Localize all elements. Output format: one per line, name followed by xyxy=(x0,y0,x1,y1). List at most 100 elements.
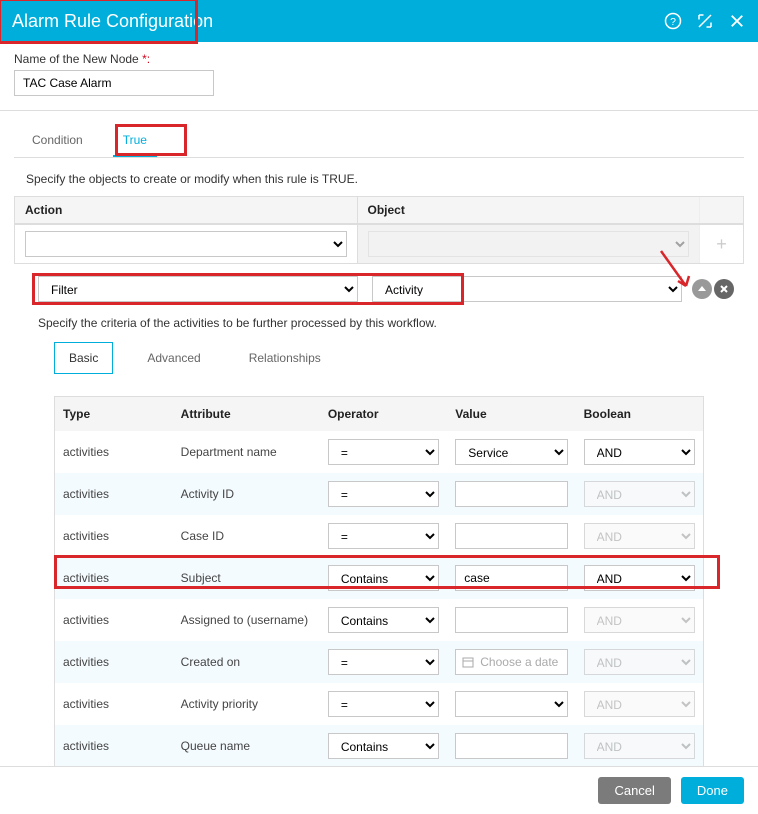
cell-boolean: AND xyxy=(576,557,703,599)
cell-type: activities xyxy=(55,557,173,599)
boolean-select: AND xyxy=(584,523,695,549)
move-up-icon[interactable] xyxy=(692,279,712,299)
table-row: activitiesSubjectContainsAND xyxy=(55,557,703,599)
subtab-basic[interactable]: Basic xyxy=(54,342,113,374)
table-row: activitiesAssigned to (username)Contains… xyxy=(55,599,703,641)
value-input[interactable] xyxy=(455,565,567,591)
value-input[interactable] xyxy=(455,523,567,549)
cell-value xyxy=(447,515,575,557)
boolean-select: AND xyxy=(584,607,695,633)
tab-true[interactable]: True xyxy=(113,125,157,157)
boolean-select: AND xyxy=(584,649,695,675)
value-select[interactable]: Service xyxy=(455,439,567,465)
boolean-select[interactable]: AND xyxy=(584,565,695,591)
add-icon[interactable]: + xyxy=(716,234,727,255)
cell-value xyxy=(447,599,575,641)
criteria-table-wrap: Type Attribute Operator Value Boolean ac… xyxy=(54,396,704,768)
rule-tabs: Condition True xyxy=(14,125,744,158)
cell-operator: = xyxy=(320,473,447,515)
cell-boolean: AND xyxy=(576,515,703,557)
help-icon[interactable]: ? xyxy=(664,12,682,30)
value-input[interactable] xyxy=(455,733,567,759)
action-object-header-row: Action Object xyxy=(14,196,744,224)
cell-operator: = xyxy=(320,683,447,725)
cancel-button[interactable]: Cancel xyxy=(598,777,670,804)
value-input[interactable] xyxy=(455,607,567,633)
cell-value xyxy=(447,725,575,767)
cell-boolean: AND xyxy=(576,725,703,767)
expand-icon[interactable] xyxy=(696,12,714,30)
titlebar: Alarm Rule Configuration ? xyxy=(0,0,758,42)
cell-value: Choose a date xyxy=(447,641,575,683)
cell-attribute: Queue name xyxy=(173,725,320,767)
operator-select[interactable]: Contains xyxy=(328,733,439,759)
body: Name of the New Node *: Condition True S… xyxy=(0,42,758,768)
cell-operator: = xyxy=(320,641,447,683)
operator-select[interactable]: = xyxy=(328,523,439,549)
table-row: activitiesCreated on = Choose a date AND xyxy=(55,641,703,683)
filter-action-select[interactable]: Filter xyxy=(38,276,358,302)
th-value: Value xyxy=(447,397,575,431)
value-date-input[interactable]: Choose a date xyxy=(455,649,567,675)
cell-boolean: AND xyxy=(576,683,703,725)
criteria-description: Specify the criteria of the activities t… xyxy=(38,316,744,330)
filter-row-actions xyxy=(692,279,734,299)
operator-select[interactable]: = xyxy=(328,691,439,717)
cell-type: activities xyxy=(55,431,173,473)
value-input[interactable] xyxy=(455,481,567,507)
node-name-input[interactable] xyxy=(14,70,214,96)
cell-value xyxy=(447,557,575,599)
cell-attribute: Activity priority xyxy=(173,683,320,725)
boolean-select: AND xyxy=(584,691,695,717)
subtab-advanced[interactable]: Advanced xyxy=(133,343,214,373)
subtab-relationships[interactable]: Relationships xyxy=(235,343,335,373)
table-row: activitiesActivity ID=AND xyxy=(55,473,703,515)
tab-condition[interactable]: Condition xyxy=(22,125,93,157)
cell-operator: = xyxy=(320,515,447,557)
divider xyxy=(0,110,758,111)
criteria-tabs: Basic Advanced Relationships xyxy=(14,342,744,374)
titlebar-actions: ? xyxy=(664,12,746,30)
boolean-select[interactable]: AND xyxy=(584,439,695,465)
th-attribute: Attribute xyxy=(173,397,320,431)
node-name-label: Name of the New Node *: xyxy=(14,52,744,66)
operator-select[interactable]: = xyxy=(328,649,439,675)
close-icon[interactable] xyxy=(728,12,746,30)
table-row: activitiesDepartment name=ServiceAND xyxy=(55,431,703,473)
cell-type: activities xyxy=(55,683,173,725)
cell-operator: Contains xyxy=(320,725,447,767)
cell-operator: = xyxy=(320,431,447,473)
object-header: Object xyxy=(358,197,700,223)
page-title: Alarm Rule Configuration xyxy=(12,11,213,32)
remove-icon[interactable] xyxy=(714,279,734,299)
cell-attribute: Created on xyxy=(173,641,320,683)
object-select xyxy=(368,231,690,257)
table-row: activitiesCase ID=AND xyxy=(55,515,703,557)
calendar-icon xyxy=(462,656,474,668)
section-description: Specify the objects to create or modify … xyxy=(26,172,744,186)
th-operator: Operator xyxy=(320,397,447,431)
cell-boolean: AND xyxy=(576,641,703,683)
criteria-table-container: Type Attribute Operator Value Boolean ac… xyxy=(14,396,744,768)
filter-row-container: Filter Activity xyxy=(14,276,744,302)
cell-boolean: AND xyxy=(576,599,703,641)
cell-operator: Contains xyxy=(320,599,447,641)
table-row: activitiesQueue nameContainsAND xyxy=(55,725,703,767)
cell-value xyxy=(447,473,575,515)
svg-text:?: ? xyxy=(670,16,676,28)
cell-type: activities xyxy=(55,641,173,683)
boolean-select: AND xyxy=(584,733,695,759)
operator-select[interactable]: = xyxy=(328,481,439,507)
operator-select[interactable]: Contains xyxy=(328,607,439,633)
filter-object-select[interactable]: Activity xyxy=(372,276,682,302)
operator-select[interactable]: Contains xyxy=(328,565,439,591)
value-select[interactable] xyxy=(455,691,567,717)
cell-boolean: AND xyxy=(576,473,703,515)
cell-attribute: Case ID xyxy=(173,515,320,557)
done-button[interactable]: Done xyxy=(681,777,744,804)
cell-type: activities xyxy=(55,473,173,515)
table-row: activitiesActivity priority = AND xyxy=(55,683,703,725)
action-select[interactable] xyxy=(25,231,347,257)
operator-select[interactable]: = xyxy=(328,439,439,465)
cell-operator: Contains xyxy=(320,557,447,599)
